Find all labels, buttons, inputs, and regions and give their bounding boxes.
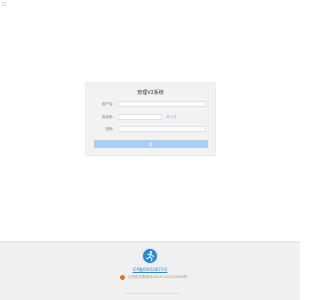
login-button[interactable]: 登 <box>94 140 208 148</box>
captcha-input[interactable] <box>118 114 162 120</box>
captcha-refresh-link[interactable]: 看不清 <box>166 115 177 120</box>
captcha-label: 验证码： <box>102 115 116 119</box>
login-page: □ 管理V2系统 用户名： 验证码： 看不清 密码： 登 ICP备0901087… <box>0 0 300 300</box>
footer-divider <box>125 293 180 294</box>
username-row: 用户名： <box>86 101 215 109</box>
username-label: 用户名： <box>102 102 116 106</box>
runner-logo-icon <box>142 248 158 264</box>
username-input[interactable] <box>118 101 206 107</box>
password-row: 密码： <box>86 126 215 134</box>
icp-link[interactable]: ICP备09010875号 <box>0 267 300 273</box>
login-title: 管理V2系统 <box>137 90 164 96</box>
corner-mark: □ <box>2 1 6 6</box>
login-card: 管理V2系统 用户名： 验证码： 看不清 密码： 登 <box>85 82 216 156</box>
runner-logo-svg <box>142 248 158 264</box>
password-label: 密码： <box>105 127 117 131</box>
police-badge-icon <box>120 275 125 280</box>
police-record-text[interactable]: 公安机关备案号44030402001898号 <box>128 275 187 280</box>
captcha-row: 验证码： 看不清 <box>86 114 215 122</box>
site-footer: ICP备09010875号 公安机关备案号44030402001898号 <box>0 241 300 300</box>
password-input[interactable] <box>118 126 206 132</box>
